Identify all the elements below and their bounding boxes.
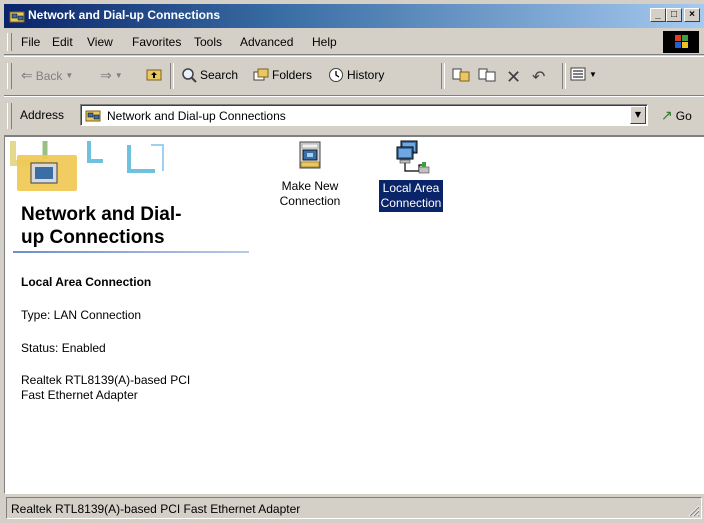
folders-label: Folders (272, 68, 313, 82)
address-label: Address (20, 108, 65, 122)
history-button[interactable]: History (328, 67, 384, 83)
details-heading: Local Area Connection (21, 275, 152, 289)
network-folder-icon (85, 110, 101, 122)
folders-icon (253, 68, 269, 81)
undo-button[interactable]: ↶ (532, 67, 545, 87)
network-folder-icon (9, 11, 25, 23)
history-icon (329, 68, 343, 82)
toolbar-separator (441, 63, 445, 89)
status-panel: Realtek RTL8139(A)-based PCI Fast Ethern… (6, 497, 702, 519)
menu-tools[interactable]: Tools (194, 35, 222, 49)
details-type: Type: LAN Connection (21, 308, 142, 322)
toolbar-separator (562, 63, 566, 89)
close-button[interactable]: × (684, 8, 700, 22)
details-adapter-line2: Fast Ethernet Adapter (21, 388, 138, 402)
forward-button[interactable]: ⇒ ▼ (100, 67, 123, 84)
resize-grip-icon[interactable] (686, 503, 700, 517)
address-bar: Address Network and Dial-up Connections … (4, 96, 704, 136)
menu-bar: File Edit View Favorites Tools Advanced … (4, 30, 704, 55)
toolbar-separator (170, 63, 174, 89)
move-to-icon (452, 68, 470, 82)
search-icon (182, 68, 197, 83)
views-dropdown-icon: ▼ (589, 69, 597, 79)
addressbar-grip[interactable] (7, 103, 12, 129)
web-view-panel: Network and Dial- up Connections Local A… (5, 137, 249, 493)
maximize-button[interactable]: □ (666, 8, 682, 22)
back-label: Back (35, 68, 63, 83)
minimize-button[interactable]: _ (650, 8, 666, 22)
details-adapter-line1: Realtek RTL8139(A)-based PCI (21, 373, 191, 387)
explorer-window: Network and Dial-up Connections _ □ × Fi… (0, 0, 704, 523)
go-label: Go (675, 108, 692, 123)
history-label: History (347, 68, 385, 82)
views-icon (570, 67, 586, 81)
menu-file[interactable]: File (21, 35, 40, 49)
windows-logo (663, 31, 699, 53)
banner-title-line1: Network and Dial- (21, 204, 182, 225)
copy-to-button[interactable] (478, 67, 496, 83)
details-status: Status: Enabled (21, 341, 106, 355)
back-arrow-icon: ⇐ (21, 67, 33, 83)
banner-title-line2: up Connections (21, 227, 165, 248)
menu-help[interactable]: Help (312, 35, 337, 49)
make-new-connection-icon (299, 141, 321, 169)
banner-title: Network and Dial- up Connections (21, 203, 181, 249)
folders-button[interactable]: Folders (253, 67, 312, 83)
delete-button[interactable]: ✕ (506, 67, 521, 88)
local-area-connection-icon (396, 140, 430, 174)
make-new-connection-label: Make New Connection (279, 179, 341, 208)
make-new-connection-item[interactable]: Make New Connection (270, 139, 350, 210)
local-area-connection-label: Local Area Connection (378, 180, 444, 212)
address-value: Network and Dial-up Connections (107, 109, 286, 123)
undo-icon: ↶ (532, 69, 546, 86)
toolbar-grip[interactable] (7, 63, 12, 89)
address-input[interactable]: Network and Dial-up Connections ▼ (80, 104, 648, 126)
views-button[interactable]: ▼ (570, 67, 597, 81)
delete-icon: ✕ (506, 67, 522, 87)
move-to-button[interactable] (452, 67, 470, 83)
menu-edit[interactable]: Edit (52, 35, 73, 49)
search-label: Search (200, 68, 239, 82)
menubar-grip[interactable] (7, 33, 12, 51)
go-arrow-icon: ↗ (661, 107, 673, 123)
banner-graphic (10, 141, 164, 191)
status-text: Realtek RTL8139(A)-based PCI Fast Ethern… (11, 502, 301, 516)
banner-divider (13, 251, 249, 253)
menu-advanced[interactable]: Advanced (240, 35, 293, 49)
up-folder-button[interactable] (146, 67, 162, 81)
menu-favorites[interactable]: Favorites (132, 35, 181, 49)
forward-arrow-icon: ⇒ (100, 67, 112, 83)
go-button[interactable]: ↗ Go (661, 107, 692, 124)
back-button[interactable]: ⇐ Back ▼ (21, 67, 73, 84)
copy-to-icon (478, 68, 496, 82)
standard-toolbar: ⇐ Back ▼ ⇒ ▼ Search Folders History ✕ ↶ … (4, 56, 704, 96)
up-folder-icon (146, 69, 162, 81)
back-dropdown-icon: ▼ (65, 71, 74, 80)
address-dropdown-button[interactable]: ▼ (630, 106, 646, 124)
window-title: Network and Dial-up Connections (28, 8, 221, 22)
forward-dropdown-icon: ▼ (114, 71, 123, 80)
search-button[interactable]: Search (181, 67, 238, 83)
menu-view[interactable]: View (87, 35, 113, 49)
status-bar: Realtek RTL8139(A)-based PCI Fast Ethern… (4, 497, 704, 521)
folder-view[interactable]: Network and Dial- up Connections Local A… (4, 136, 704, 494)
title-bar[interactable]: Network and Dial-up Connections _ □ × (4, 4, 704, 28)
local-area-connection-item[interactable]: Local Area Connection (371, 139, 451, 212)
